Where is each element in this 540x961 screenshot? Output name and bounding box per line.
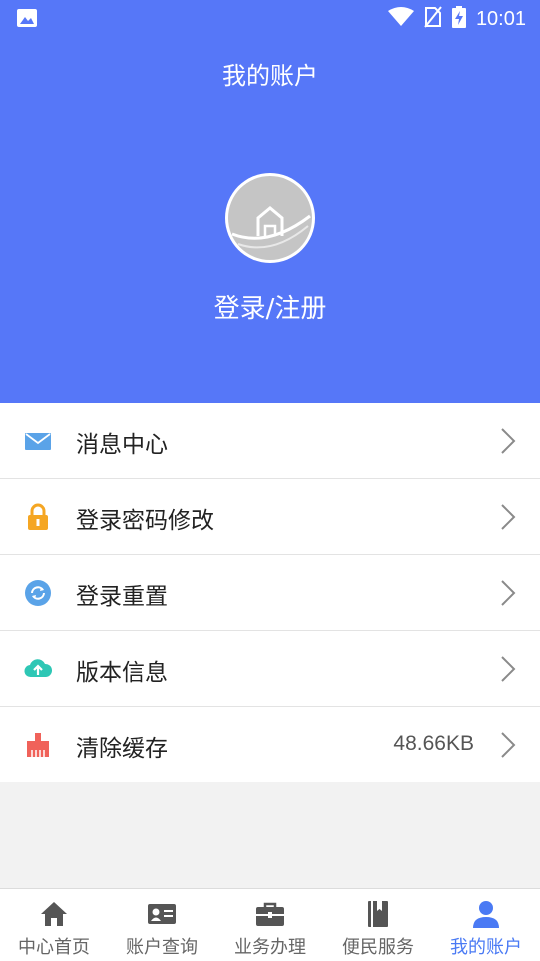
login-register-link[interactable]: 登录/注册 (0, 288, 540, 325)
wifi-icon (387, 7, 414, 31)
broom-icon (24, 731, 52, 759)
menu-item-change-password[interactable]: 登录密码修改 (0, 479, 540, 555)
briefcase-icon (255, 899, 285, 929)
menu-item-version-info[interactable]: 版本信息 (0, 631, 540, 707)
menu-item-label: 登录密码修改 (76, 508, 214, 534)
avatar[interactable] (225, 173, 315, 263)
no-sim-icon (424, 6, 442, 32)
tab-home[interactable]: 中心首页 (0, 889, 108, 961)
cloud-upload-icon (24, 655, 53, 683)
menu-item-label: 消息中心 (76, 432, 168, 458)
menu-item-label: 清除缓存 (76, 736, 168, 762)
tab-label: 便民服务 (342, 937, 414, 958)
lock-icon (24, 503, 52, 531)
chevron-right-icon (500, 427, 516, 455)
menu-item-login-reset[interactable]: 登录重置 (0, 555, 540, 631)
menu-item-messages[interactable]: 消息中心 (0, 403, 540, 479)
book-icon (363, 899, 393, 929)
menu-item-label: 登录重置 (76, 584, 168, 610)
image-notification-icon (16, 8, 38, 32)
menu-item-clear-cache[interactable]: 清除缓存 48.66KB (0, 707, 540, 782)
chevron-right-icon (500, 503, 516, 531)
chevron-right-icon (500, 579, 516, 607)
menu-item-label: 版本信息 (76, 660, 168, 686)
tab-business[interactable]: 业务办理 (216, 889, 324, 961)
battery-charging-icon (451, 6, 466, 32)
account-header: 10:01 我的账户 登录/注册 (0, 0, 540, 403)
tab-my-account[interactable]: 我的账户 (432, 889, 540, 961)
tab-label: 账户查询 (126, 937, 198, 958)
cache-size-value: 48.66KB (393, 732, 474, 755)
id-card-icon (147, 899, 177, 929)
bottom-tab-bar: 中心首页 账户查询 业务办理 便民服务 我的账户 (0, 888, 540, 961)
mail-icon (24, 427, 52, 455)
chevron-right-icon (500, 731, 516, 759)
refresh-icon (24, 579, 52, 607)
status-bar: 10:01 (0, 0, 540, 36)
chevron-right-icon (500, 655, 516, 683)
tab-account-query[interactable]: 账户查询 (108, 889, 216, 961)
user-icon (471, 899, 501, 929)
default-avatar-icon (231, 206, 311, 249)
settings-menu: 消息中心 登录密码修改 登录重置 版本信息 清除缓存 48.66KB (0, 403, 540, 782)
page-title: 我的账户 (222, 62, 318, 90)
tab-services[interactable]: 便民服务 (324, 889, 432, 961)
clock: 10:01 (475, 7, 526, 30)
home-icon (39, 899, 69, 929)
tab-label: 业务办理 (234, 937, 306, 958)
tab-label: 中心首页 (18, 937, 90, 958)
tab-label: 我的账户 (450, 937, 522, 958)
